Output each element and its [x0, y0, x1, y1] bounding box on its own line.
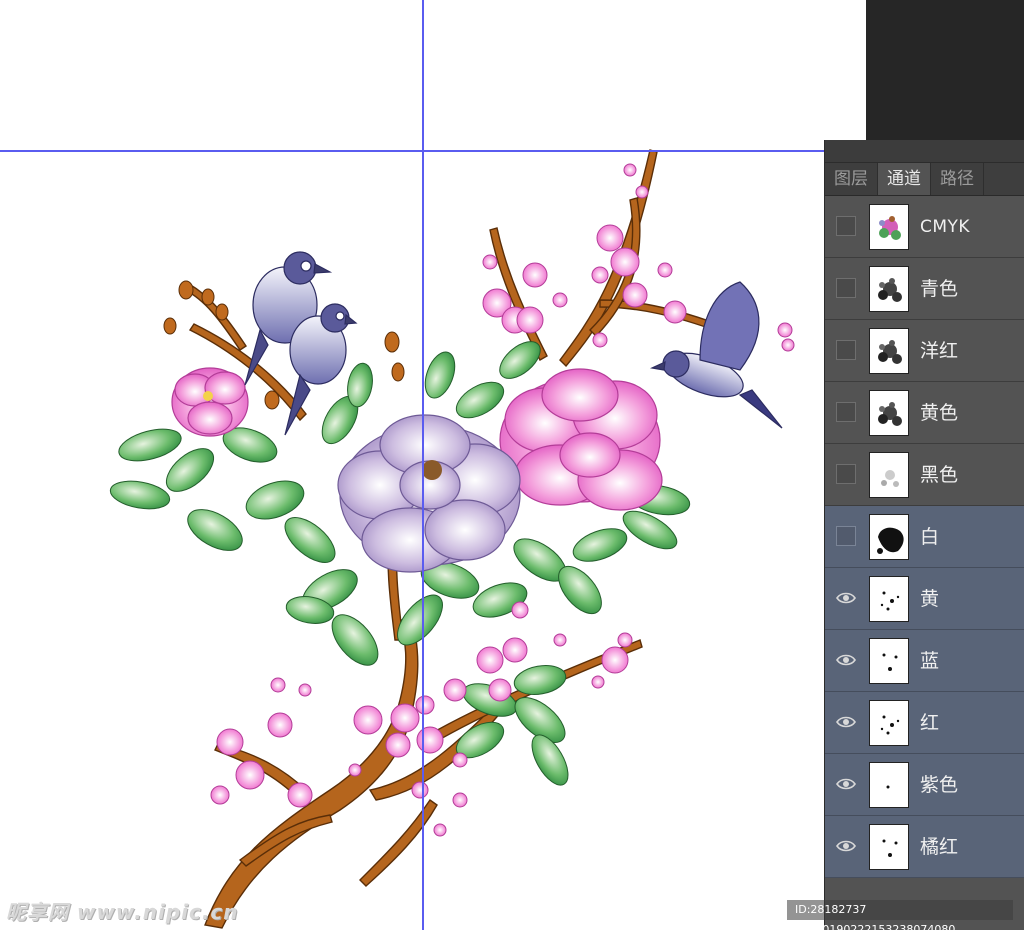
channels-panel: 图层 通道 路径 CMYK 青色洋红黄色黑色白黄蓝红紫色橘红: [824, 140, 1024, 930]
channel-label: 青色: [920, 278, 959, 300]
visibility-toggle[interactable]: [836, 278, 856, 298]
channel-row[interactable]: 青色: [825, 258, 1024, 320]
eye-icon[interactable]: [836, 650, 856, 670]
visibility-toggle[interactable]: [836, 340, 856, 360]
tab-layers[interactable]: 图层: [825, 163, 878, 195]
vertical-guide[interactable]: [422, 0, 424, 930]
eye-icon[interactable]: [836, 836, 856, 856]
channel-thumbnail: [869, 762, 909, 808]
workspace-background: [866, 0, 1024, 140]
channel-thumbnail: [869, 576, 909, 622]
channel-thumbnail: [869, 204, 909, 250]
channel-row[interactable]: CMYK: [825, 196, 1024, 258]
channel-row[interactable]: 白: [825, 506, 1024, 568]
channel-row[interactable]: 黑色: [825, 444, 1024, 506]
visibility-toggle[interactable]: [836, 526, 856, 546]
channel-thumbnail: [869, 328, 909, 374]
channel-label: 紫色: [920, 774, 959, 796]
eye-icon[interactable]: [836, 774, 856, 794]
channel-label: 白: [920, 526, 940, 548]
channel-label: 黑色: [920, 464, 959, 486]
channel-label: 黄色: [920, 402, 959, 424]
channel-label: 洋红: [920, 340, 959, 362]
channel-thumbnail: [869, 514, 909, 560]
artwork-peony-birds: [109, 149, 795, 929]
channel-label: CMYK: [920, 217, 971, 237]
channel-list: CMYK 青色洋红黄色黑色白黄蓝红紫色橘红: [825, 196, 1024, 878]
visibility-toggle[interactable]: [836, 216, 856, 236]
channel-label: 橘红: [920, 836, 959, 858]
channel-thumbnail: [869, 266, 909, 312]
channel-thumbnail: [869, 452, 909, 498]
channel-thumbnail: [869, 824, 909, 870]
channel-row[interactable]: 紫色: [825, 754, 1024, 816]
channel-label: 红: [920, 712, 940, 734]
channel-label: 黄: [920, 588, 940, 610]
channel-thumbnail: [869, 390, 909, 436]
channel-thumbnail: [869, 638, 909, 684]
channel-label: 蓝: [920, 650, 940, 672]
visibility-toggle[interactable]: [836, 464, 856, 484]
eye-icon[interactable]: [836, 712, 856, 732]
visibility-toggle[interactable]: [836, 402, 856, 422]
tab-channels[interactable]: 通道: [878, 163, 931, 195]
channel-row[interactable]: 橘红: [825, 816, 1024, 878]
panel-tabs: 图层 通道 路径: [825, 163, 1024, 196]
channel-row[interactable]: 红: [825, 692, 1024, 754]
channel-row[interactable]: 黄色: [825, 382, 1024, 444]
channel-thumbnail: [869, 700, 909, 746]
channel-row[interactable]: 洋红: [825, 320, 1024, 382]
eye-icon[interactable]: [836, 588, 856, 608]
horizontal-guide[interactable]: [0, 150, 826, 152]
channel-row[interactable]: 黄: [825, 568, 1024, 630]
watermark-site: 昵享网 www.nipic.cn: [6, 900, 239, 924]
watermark-id: ID:28182737 NO:20190222153238074080: [787, 900, 1013, 936]
panel-title-bar[interactable]: [825, 140, 1024, 163]
channel-row[interactable]: 蓝: [825, 630, 1024, 692]
tab-paths[interactable]: 路径: [931, 163, 984, 195]
